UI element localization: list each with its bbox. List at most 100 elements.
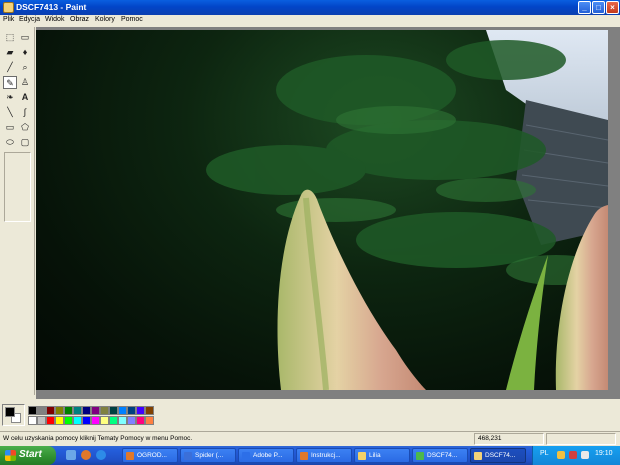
quicklaunch-firefox-icon[interactable] — [81, 450, 91, 460]
canvas-area: ▲ ▼ — [36, 27, 620, 399]
toolbox: ⬚ ▭ ▰ ♦ ╱ ⌕ ✎ ♙ ❧ A ╲ ∫ ▭ ⬠ ⬭ ▢ — [0, 27, 35, 395]
color-swatch[interactable] — [136, 416, 145, 425]
menu-obraz[interactable]: Obraz — [70, 16, 89, 23]
task-label: DSCF74... — [427, 452, 458, 459]
minimize-button[interactable]: _ — [578, 1, 591, 14]
close-button[interactable]: × — [606, 1, 619, 14]
windows-logo-icon — [5, 450, 16, 461]
status-bar: W celu uzyskania pomocy kliknij Tematy P… — [0, 431, 620, 446]
rectangle-icon[interactable]: ▭ — [3, 121, 17, 134]
color-swatch[interactable] — [28, 406, 37, 415]
task-app-icon — [358, 452, 366, 460]
start-button[interactable]: Start — [0, 446, 56, 465]
system-tray: PL 19:10 — [532, 446, 620, 465]
ellipse-icon[interactable]: ⬭ — [3, 136, 17, 149]
color-swatch[interactable] — [100, 416, 109, 425]
color-swatch[interactable] — [37, 416, 46, 425]
current-colors[interactable] — [2, 404, 25, 426]
curve-icon[interactable]: ∫ — [18, 106, 32, 119]
color-swatch[interactable] — [109, 416, 118, 425]
color-swatch[interactable] — [55, 416, 64, 425]
color-swatch[interactable] — [118, 416, 127, 425]
task-app-icon — [242, 452, 250, 460]
title-bar[interactable]: DSCF7413 - Paint _ □ × — [0, 0, 620, 15]
maximize-button[interactable]: □ — [592, 1, 605, 14]
color-swatch[interactable] — [127, 416, 136, 425]
color-swatch[interactable] — [127, 406, 136, 415]
menu-kolory[interactable]: Kolory — [95, 16, 115, 23]
line-icon[interactable]: ╲ — [3, 106, 17, 119]
brush-icon[interactable]: ♙ — [18, 76, 32, 89]
magnifier-icon[interactable]: ⌕ — [18, 61, 32, 74]
color-swatch[interactable] — [118, 406, 127, 415]
taskbar-button[interactable]: DSCF74... — [412, 448, 468, 463]
color-swatch[interactable] — [136, 406, 145, 415]
task-label: Adobe P... — [253, 452, 283, 459]
taskbar-button[interactable]: Adobe P... — [238, 448, 294, 463]
menu-pomoc[interactable]: Pomoc — [121, 16, 143, 23]
color-swatch[interactable] — [82, 406, 91, 415]
color-swatch[interactable] — [55, 406, 64, 415]
color-swatch[interactable] — [73, 416, 82, 425]
language-indicator[interactable]: PL — [540, 450, 549, 457]
free-select-icon[interactable]: ⬚ — [3, 31, 17, 44]
task-app-icon — [184, 452, 192, 460]
task-label: Instrukcj... — [311, 452, 341, 459]
color-picker-icon[interactable]: ╱ — [3, 61, 17, 74]
taskbar-button[interactable]: DSCF74... — [470, 448, 526, 463]
eraser-icon[interactable]: ▰ — [3, 46, 17, 59]
taskbar-button[interactable]: OGROD... — [122, 448, 178, 463]
task-app-icon — [126, 452, 134, 460]
taskbar-button[interactable]: Lilia — [354, 448, 410, 463]
color-swatch[interactable] — [64, 416, 73, 425]
tray-network-icon[interactable] — [557, 451, 565, 459]
cursor-coords: 468,231 — [478, 435, 502, 442]
color-palette — [0, 402, 620, 428]
menu-plik[interactable]: Plik — [3, 16, 14, 23]
airbrush-icon[interactable]: ❧ — [3, 91, 17, 104]
rect-select-icon[interactable]: ▭ — [18, 31, 32, 44]
color-swatch[interactable] — [46, 416, 55, 425]
menu-edycja[interactable]: Edycja — [19, 16, 40, 23]
menu-bar: Plik Edycja Widok Obraz Kolory Pomoc — [0, 15, 620, 26]
fill-bucket-icon[interactable]: ♦ — [18, 46, 32, 59]
clock: 19:10 — [595, 450, 613, 457]
color-swatch[interactable] — [28, 416, 37, 425]
color-swatch[interactable] — [46, 406, 55, 415]
color-swatch[interactable] — [145, 406, 154, 415]
color-swatch[interactable] — [91, 416, 100, 425]
paint-window: DSCF7413 - Paint _ □ × Plik Edycja Widok… — [0, 0, 620, 465]
menu-widok[interactable]: Widok — [45, 16, 64, 23]
color-swatch[interactable] — [37, 406, 46, 415]
task-label: Spider (... — [195, 452, 224, 459]
foreground-color — [5, 407, 15, 417]
quicklaunch-desktop-icon[interactable] — [66, 450, 76, 460]
rounded-rect-icon[interactable]: ▢ — [18, 136, 32, 149]
color-swatch[interactable] — [64, 406, 73, 415]
task-label: OGROD... — [137, 452, 167, 459]
image-canvas[interactable]: ▲ ▼ — [36, 30, 608, 390]
polygon-icon[interactable]: ⬠ — [18, 121, 32, 134]
start-label: Start — [19, 449, 42, 460]
paint-app-icon[interactable] — [3, 2, 14, 13]
task-label: DSCF74... — [485, 452, 516, 459]
tray-volume-icon[interactable] — [581, 451, 589, 459]
size-panel — [546, 433, 616, 445]
pencil-icon[interactable]: ✎ — [3, 76, 17, 89]
color-swatch[interactable] — [109, 406, 118, 415]
color-swatch[interactable] — [100, 406, 109, 415]
quicklaunch-ie-icon[interactable] — [96, 450, 106, 460]
taskbar-button[interactable]: Instrukcj... — [296, 448, 352, 463]
color-swatch[interactable] — [82, 416, 91, 425]
tool-options-panel[interactable] — [4, 152, 31, 222]
color-swatch[interactable] — [145, 416, 154, 425]
window-title: DSCF7413 - Paint — [16, 2, 87, 12]
tray-antivirus-icon[interactable] — [569, 451, 577, 459]
text-icon[interactable]: A — [18, 91, 32, 104]
taskbar: Start OGROD... Spider (... Adobe P... Instr… — [0, 446, 620, 465]
lily-photo — [206, 30, 608, 390]
color-swatch[interactable] — [91, 406, 100, 415]
task-app-icon — [474, 452, 482, 460]
taskbar-button[interactable]: Spider (... — [180, 448, 236, 463]
color-swatch[interactable] — [73, 406, 82, 415]
